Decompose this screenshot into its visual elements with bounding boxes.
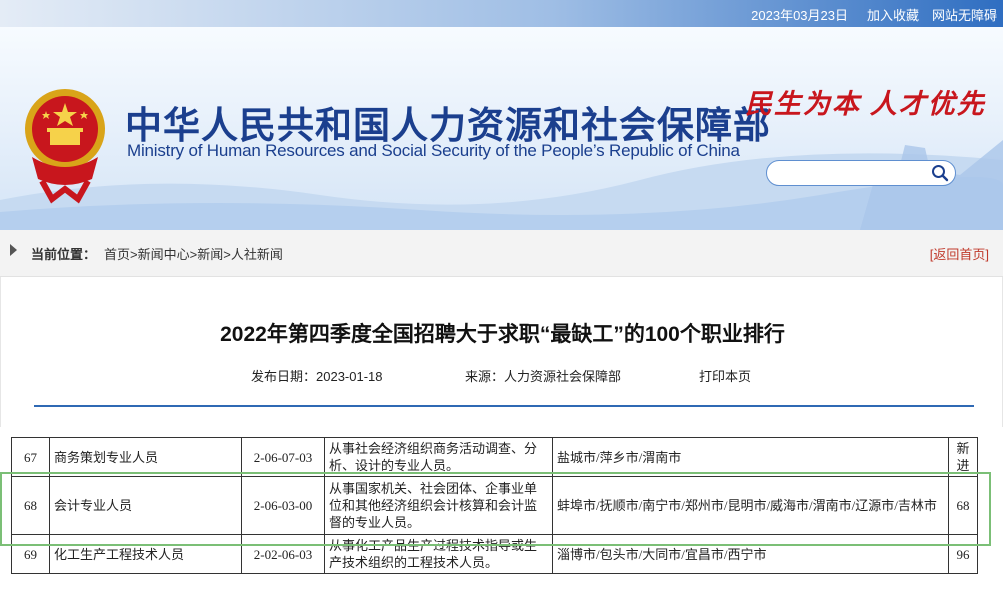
breadcrumb-separator: > bbox=[223, 247, 231, 262]
back-home-link[interactable]: [返回首页] bbox=[930, 244, 989, 263]
article-source: 来源：人力资源社会保障部 bbox=[465, 366, 621, 385]
change-cell: 68 bbox=[948, 476, 978, 535]
search-input[interactable] bbox=[779, 165, 933, 183]
table-row: 69 化工生产工程技术人员 2-02-06-03 从事化工产品生产过程技术指导或… bbox=[11, 534, 978, 574]
description-cell: 从事社会经济组织商务活动调查、分析、设计的专业人员。 bbox=[324, 437, 553, 477]
article-title: 2022年第四季度全国招聘大于求职“最缺工”的100个职业排行 bbox=[220, 323, 785, 346]
rank-cell: 67 bbox=[11, 437, 50, 477]
search-box bbox=[766, 160, 956, 186]
site-banner: 中华人民共和国人力资源和社会保障部 Ministry of Human Reso… bbox=[0, 27, 1003, 230]
add-favorite-link[interactable]: 加入收藏 bbox=[867, 5, 919, 24]
print-page-link[interactable]: 打印本页 bbox=[699, 366, 751, 385]
source-label: 来源： bbox=[465, 369, 505, 384]
breadcrumb: 首页>新闻中心>新闻>人社新闻 bbox=[104, 244, 283, 263]
top-bar: 2023年03月23日 加入收藏 网站无障碍 bbox=[0, 0, 1003, 27]
slogan: 民生为本 人才优先 bbox=[745, 89, 986, 119]
search-icon[interactable] bbox=[931, 164, 949, 182]
ranking-table: 67 商务策划专业人员 2-06-07-03 从事社会经济组织商务活动调查、分析… bbox=[11, 437, 978, 574]
code-cell: 2-06-07-03 bbox=[241, 437, 325, 477]
table-row: 67 商务策划专业人员 2-06-07-03 从事社会经济组织商务活动调查、分析… bbox=[11, 437, 978, 477]
rank-cell: 69 bbox=[11, 534, 50, 574]
breadcrumb-news-center[interactable]: 新闻中心 bbox=[138, 247, 190, 262]
source-value: 人力资源社会保障部 bbox=[504, 369, 622, 384]
article-header: 2022年第四季度全国招聘大于求职“最缺工”的100个职业排行 发布日期：202… bbox=[0, 277, 1003, 427]
description-text: 从事社会经济组织商务活动调查、分析、设计的专业人员。 bbox=[329, 441, 538, 473]
breadcrumb-bar: 当前位置： 首页>新闻中心>新闻>人社新闻 [返回首页] bbox=[0, 230, 1003, 277]
breadcrumb-news[interactable]: 新闻 bbox=[197, 247, 223, 262]
description-cell: 从事国家机关、社会团体、企事业单位和其他经济组织会计核算和会计监督的专业人员。 bbox=[324, 476, 553, 535]
accessibility-link[interactable]: 网站无障碍 bbox=[932, 5, 997, 24]
code-cell: 2-02-06-03 bbox=[241, 534, 325, 574]
publish-date: 发布日期：2023-01-18 bbox=[251, 366, 383, 385]
national-emblem-icon bbox=[25, 89, 105, 204]
change-cell: 96 bbox=[948, 534, 978, 574]
description-cell: 从事化工产品生产过程技术指导或生产技术组织的工程技术人员。 bbox=[324, 534, 553, 574]
breadcrumb-separator: > bbox=[130, 247, 138, 262]
publish-date-label: 发布日期： bbox=[251, 369, 317, 384]
breadcrumb-home[interactable]: 首页 bbox=[104, 247, 130, 262]
cities-cell: 盐城市/萍乡市/渭南市 bbox=[552, 437, 949, 477]
breadcrumb-hr-news[interactable]: 人社新闻 bbox=[231, 247, 283, 262]
cities-cell: 淄博市/包头市/大同市/宜昌市/西宁市 bbox=[552, 534, 949, 574]
divider bbox=[34, 405, 974, 407]
current-date: 2023年03月23日 bbox=[751, 8, 848, 23]
table-row: 68 会计专业人员 2-06-03-00 从事国家机关、社会团体、企事业单位和其… bbox=[11, 476, 978, 535]
occupation-cell: 商务策划专业人员 bbox=[49, 437, 242, 477]
cities-cell: 蚌埠市/抚顺市/南宁市/郑州市/昆明市/威海市/渭南市/辽源市/吉林市 bbox=[552, 476, 949, 535]
rank-cell: 68 bbox=[11, 476, 50, 535]
site-title-english: Ministry of Human Resources and Social S… bbox=[127, 141, 740, 160]
breadcrumb-label: 当前位置： bbox=[31, 247, 97, 262]
code-cell: 2-06-03-00 bbox=[241, 476, 325, 535]
occupation-cell: 化工生产工程技术人员 bbox=[49, 534, 242, 574]
occupation-cell: 会计专业人员 bbox=[49, 476, 242, 535]
change-cell: 新进 bbox=[948, 437, 978, 477]
publish-date-value: 2023-01-18 bbox=[316, 369, 383, 384]
arrow-right-icon bbox=[10, 244, 17, 256]
